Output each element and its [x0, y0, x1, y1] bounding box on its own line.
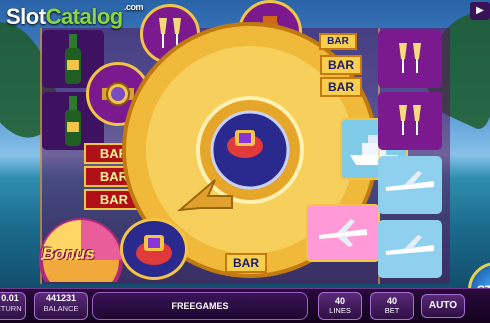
status-display: FREEGAMES — [92, 292, 308, 320]
bar-symbol-wheel-right: BAR BAR — [306, 55, 376, 97]
champagne-bottle-icon — [65, 96, 81, 146]
plane-symbol — [378, 220, 442, 278]
ring-icon — [136, 235, 172, 265]
bet2-value: 40 — [386, 296, 397, 306]
logo-domain: .com — [124, 2, 144, 12]
lines-value: 40 — [334, 296, 345, 306]
logo-catalog: Catalog — [45, 4, 124, 29]
bet2-label: BET — [384, 306, 400, 315]
ring-symbol-bottom — [120, 218, 188, 280]
champagne-glasses-symbol — [378, 92, 442, 150]
lines-button[interactable]: 40 LINES — [318, 292, 362, 320]
bet-label: RETURN — [0, 304, 22, 313]
game-screen: BAR BAR BAR Bonus BAR BAR BAR BAR SlotCa… — [0, 0, 490, 323]
ring-symbol-center — [216, 124, 274, 164]
ring-icon — [227, 130, 263, 158]
bar-label: BAR — [320, 77, 362, 97]
bet-display: 0.01 RETURN — [0, 292, 26, 320]
bet-value: 0.01 — [1, 293, 19, 303]
plane-icon — [319, 219, 367, 247]
plane-symbol — [378, 156, 442, 214]
bar-label: BAR — [319, 32, 357, 50]
bet-button[interactable]: 40 BET — [370, 292, 414, 320]
auto-button[interactable]: AUTO — [421, 294, 465, 318]
bar-label: BAR — [225, 253, 267, 273]
balance-label: BALANCE — [43, 304, 79, 313]
champagne-glasses-icon — [399, 43, 421, 73]
sound-button[interactable]: ▶ — [470, 2, 490, 20]
balance-value: 441231 — [45, 293, 77, 303]
plane-icon — [386, 171, 434, 191]
balance-display: 441231 BALANCE — [34, 292, 88, 320]
champagne-glasses-icon — [399, 105, 421, 135]
bonus-label: Bonus — [42, 244, 95, 263]
speaker-icon: ▶ — [476, 5, 484, 16]
bar-symbol-top: BAR — [318, 32, 358, 50]
slotcatalog-logo: SlotCatalog .com — [6, 2, 144, 30]
lines-label: LINES — [329, 306, 351, 315]
bar-label: BAR — [320, 55, 362, 75]
champagne-bottle-icon — [65, 34, 81, 84]
logo-slot: Slot — [6, 4, 46, 29]
bar-symbol-wheel-bottom: BAR — [218, 252, 274, 274]
champagne-glasses-symbol — [378, 30, 442, 88]
plane-symbol — [306, 204, 380, 262]
plane-icon — [386, 235, 434, 255]
